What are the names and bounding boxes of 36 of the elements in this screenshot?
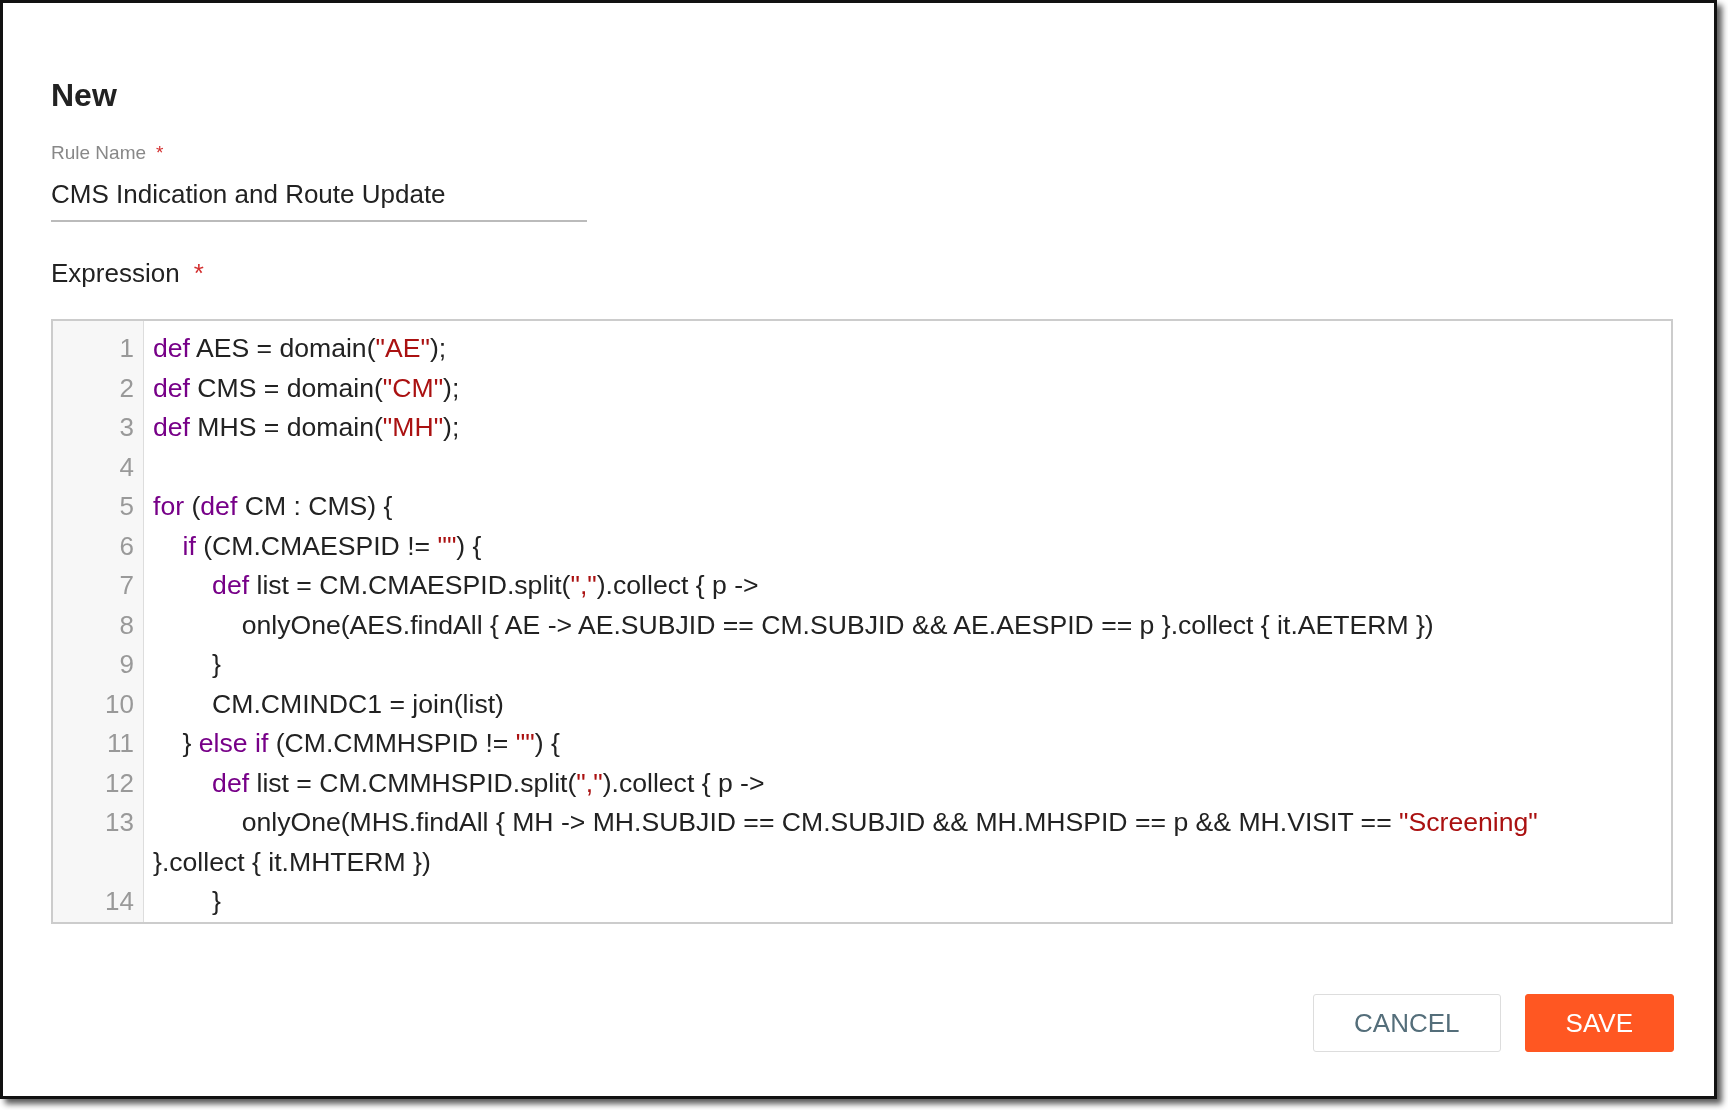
line-number: 7: [119, 569, 134, 602]
line-number: 14: [105, 885, 134, 918]
line-number: 11: [107, 727, 134, 760]
code-line: } else if (CM.CMMHSPID != "") {: [181, 727, 560, 760]
required-mark: *: [193, 257, 204, 289]
cancel-button[interactable]: CANCEL: [1313, 994, 1501, 1052]
field-label: Rule Name: [51, 141, 147, 165]
code-line: onlyOne(MHS.findAll { MH -> MH.SUBJID == CM.SUBJID && MH.MHSPID == p && MH.VISIT == "Screening" }.collect { it.MHTERM }): [153, 806, 1538, 879]
code-line: def MHS = domain("MH");: [153, 411, 460, 444]
line-number: 8: [119, 608, 134, 642]
line-number: 1: [119, 332, 134, 365]
line-number: 10: [105, 687, 134, 721]
code-line: onlyOne(AES.findAll { AE -> AE.SUBJID == CM.SUBJID && AE.AESPID == p }.collect { it.AETERM }): [240, 608, 1434, 642]
line-number: 4: [119, 450, 134, 484]
line-number: 6: [119, 529, 134, 563]
code-line: }: [211, 885, 221, 918]
code-line: def CMS = domain("CM");: [153, 371, 460, 405]
code-line: }: [211, 648, 221, 681]
code-line: for (def CM : CMS) {: [153, 490, 393, 523]
code-line: def list = CM.CMAESPID.split(",").collect { p ->: [211, 569, 759, 602]
line-number: 2: [119, 371, 134, 405]
line-number: 9: [119, 648, 134, 681]
input-field[interactable]: CMS Indication and Route Update: [51, 178, 587, 222]
code-editor[interactable]: [51, 319, 1673, 924]
line-number: 5: [119, 490, 134, 523]
line-number: 12: [105, 766, 134, 800]
code-line: def list = CM.CMMHSPID.split(",").collect { p ->: [211, 766, 765, 800]
line-number: 3: [119, 411, 134, 444]
code-line: if (CM.CMAESPID != "") {: [181, 529, 482, 563]
line-number: 13: [105, 806, 134, 839]
save-button[interactable]: SAVE: [1524, 994, 1674, 1052]
code-line: def AES = domain("AE");: [153, 332, 447, 365]
required-mark: *: [156, 141, 164, 165]
code-line: CM.CMINDC1 = join(list): [211, 687, 504, 721]
dialog-title: New: [51, 76, 117, 115]
field-label: Expression: [51, 257, 180, 289]
